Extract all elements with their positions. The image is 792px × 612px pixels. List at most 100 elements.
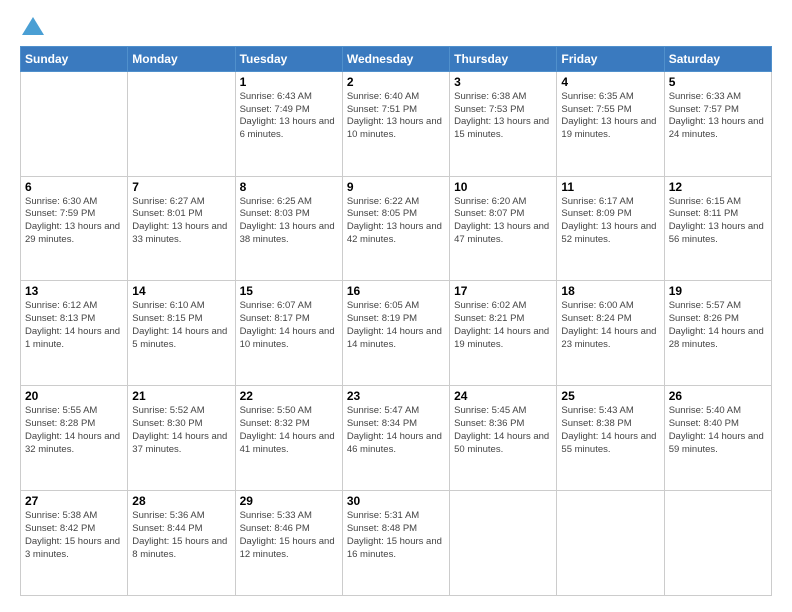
day-info: Sunrise: 5:38 AM Sunset: 8:42 PM Dayligh… [25,510,123,561]
calendar-week-row: 6 Sunrise: 6:30 AM Sunset: 7:59 PM Daylig… [21,176,772,281]
day-number: 15 [240,284,338,298]
calendar-cell: 15 Sunrise: 6:07 AM Sunset: 8:17 PM Dayli… [235,281,342,386]
calendar-cell: 10 Sunrise: 6:20 AM Sunset: 8:07 PM Dayli… [450,176,557,281]
calendar-body: 1Sunrise: 6:43 AM Sunset: 7:49 PM Daylig… [21,71,772,595]
calendar-week-row: 20Sunrise: 5:55 AM Sunset: 8:28 PM Dayli… [21,386,772,491]
day-info: Sunrise: 5:36 AM Sunset: 8:44 PM Dayligh… [132,510,230,561]
calendar-cell [128,71,235,176]
calendar-cell [21,71,128,176]
day-info: Sunrise: 5:47 AM Sunset: 8:34 PM Dayligh… [347,405,445,456]
day-number: 11 [561,180,659,194]
day-number: 30 [347,494,445,508]
day-info: Sunrise: 6:07 AM Sunset: 8:17 PM Dayligh… [240,300,338,351]
day-info: Sunrise: 5:57 AM Sunset: 8:26 PM Dayligh… [669,300,767,351]
day-number: 10 [454,180,552,194]
calendar-cell: 24 Sunrise: 5:45 AM Sunset: 8:36 PM Dayli… [450,386,557,491]
day-number: 26 [669,389,767,403]
calendar-cell: 17 Sunrise: 6:02 AM Sunset: 8:21 PM Dayli… [450,281,557,386]
day-info: Sunrise: 5:50 AM Sunset: 8:32 PM Dayligh… [240,405,338,456]
calendar-cell: 21 Sunrise: 5:52 AM Sunset: 8:30 PM Dayli… [128,386,235,491]
day-number: 16 [347,284,445,298]
day-info: Sunrise: 6:10 AM Sunset: 8:15 PM Dayligh… [132,300,230,351]
weekday-row: SundayMondayTuesdayWednesdayThursdayFrid… [21,46,772,71]
day-info: Sunrise: 6:38 AM Sunset: 7:53 PM Dayligh… [454,91,552,142]
calendar-cell: 2Sunrise: 6:40 AM Sunset: 7:51 PM Daylig… [342,71,449,176]
weekday-header: Friday [557,46,664,71]
day-number: 19 [669,284,767,298]
day-info: Sunrise: 6:05 AM Sunset: 8:19 PM Dayligh… [347,300,445,351]
calendar-cell: 8Sunrise: 6:25 AM Sunset: 8:03 PM Daylig… [235,176,342,281]
day-info: Sunrise: 6:27 AM Sunset: 8:01 PM Dayligh… [132,196,230,247]
day-info: Sunrise: 5:43 AM Sunset: 8:38 PM Dayligh… [561,405,659,456]
day-number: 25 [561,389,659,403]
header [20,16,772,36]
calendar-cell: 18 Sunrise: 6:00 AM Sunset: 8:24 PM Dayli… [557,281,664,386]
calendar-week-row: 27 Sunrise: 5:38 AM Sunset: 8:42 PM Dayli… [21,491,772,596]
day-info: Sunrise: 5:55 AM Sunset: 8:28 PM Dayligh… [25,405,123,456]
logo-text [20,16,46,36]
day-info: Sunrise: 5:52 AM Sunset: 8:30 PM Dayligh… [132,405,230,456]
day-number: 6 [25,180,123,194]
weekday-header: Wednesday [342,46,449,71]
day-number: 1 [240,75,338,89]
calendar-cell [450,491,557,596]
day-info: Sunrise: 5:33 AM Sunset: 8:46 PM Dayligh… [240,510,338,561]
day-info: Sunrise: 6:15 AM Sunset: 8:11 PM Dayligh… [669,196,767,247]
day-info: Sunrise: 6:17 AM Sunset: 8:09 PM Dayligh… [561,196,659,247]
day-number: 7 [132,180,230,194]
day-info: Sunrise: 6:33 AM Sunset: 7:57 PM Dayligh… [669,91,767,142]
day-number: 12 [669,180,767,194]
calendar-cell [557,491,664,596]
calendar-cell: 3 Sunrise: 6:38 AM Sunset: 7:53 PM Daylig… [450,71,557,176]
day-info: Sunrise: 6:20 AM Sunset: 8:07 PM Dayligh… [454,196,552,247]
calendar-cell: 23 Sunrise: 5:47 AM Sunset: 8:34 PM Dayli… [342,386,449,491]
day-number: 29 [240,494,338,508]
calendar-cell: 11 Sunrise: 6:17 AM Sunset: 8:09 PM Dayli… [557,176,664,281]
calendar-cell: 13 Sunrise: 6:12 AM Sunset: 8:13 PM Dayli… [21,281,128,386]
calendar-cell: 29 Sunrise: 5:33 AM Sunset: 8:46 PM Dayli… [235,491,342,596]
calendar-cell: 25 Sunrise: 5:43 AM Sunset: 8:38 PM Dayli… [557,386,664,491]
calendar-header: SundayMondayTuesdayWednesdayThursdayFrid… [21,46,772,71]
calendar-cell: 30 Sunrise: 5:31 AM Sunset: 8:48 PM Dayli… [342,491,449,596]
calendar-cell: 20Sunrise: 5:55 AM Sunset: 8:28 PM Dayli… [21,386,128,491]
day-info: Sunrise: 6:30 AM Sunset: 7:59 PM Dayligh… [25,196,123,247]
day-info: Sunrise: 6:35 AM Sunset: 7:55 PM Dayligh… [561,91,659,142]
day-number: 17 [454,284,552,298]
day-info: Sunrise: 6:02 AM Sunset: 8:21 PM Dayligh… [454,300,552,351]
calendar-cell: 16 Sunrise: 6:05 AM Sunset: 8:19 PM Dayli… [342,281,449,386]
day-info: Sunrise: 5:45 AM Sunset: 8:36 PM Dayligh… [454,405,552,456]
day-number: 28 [132,494,230,508]
day-info: Sunrise: 6:22 AM Sunset: 8:05 PM Dayligh… [347,196,445,247]
day-number: 14 [132,284,230,298]
calendar-cell: 7 Sunrise: 6:27 AM Sunset: 8:01 PM Daylig… [128,176,235,281]
day-number: 5 [669,75,767,89]
calendar-cell: 6 Sunrise: 6:30 AM Sunset: 7:59 PM Daylig… [21,176,128,281]
day-number: 9 [347,180,445,194]
day-number: 23 [347,389,445,403]
day-number: 18 [561,284,659,298]
day-info: Sunrise: 6:12 AM Sunset: 8:13 PM Dayligh… [25,300,123,351]
day-info: Sunrise: 6:00 AM Sunset: 8:24 PM Dayligh… [561,300,659,351]
day-number: 27 [25,494,123,508]
calendar-cell: 1Sunrise: 6:43 AM Sunset: 7:49 PM Daylig… [235,71,342,176]
calendar-cell: 5 Sunrise: 6:33 AM Sunset: 7:57 PM Daylig… [664,71,771,176]
weekday-header: Thursday [450,46,557,71]
calendar-cell: 26Sunrise: 5:40 AM Sunset: 8:40 PM Dayli… [664,386,771,491]
logo-icon [22,17,44,35]
day-number: 13 [25,284,123,298]
day-number: 22 [240,389,338,403]
day-number: 24 [454,389,552,403]
calendar-week-row: 13 Sunrise: 6:12 AM Sunset: 8:13 PM Dayli… [21,281,772,386]
day-info: Sunrise: 5:31 AM Sunset: 8:48 PM Dayligh… [347,510,445,561]
calendar-cell: 9 Sunrise: 6:22 AM Sunset: 8:05 PM Daylig… [342,176,449,281]
calendar-cell: 4Sunrise: 6:35 AM Sunset: 7:55 PM Daylig… [557,71,664,176]
weekday-header: Saturday [664,46,771,71]
calendar-cell: 28 Sunrise: 5:36 AM Sunset: 8:44 PM Dayli… [128,491,235,596]
weekday-header: Sunday [21,46,128,71]
calendar-cell: 14 Sunrise: 6:10 AM Sunset: 8:15 PM Dayli… [128,281,235,386]
day-number: 3 [454,75,552,89]
weekday-header: Monday [128,46,235,71]
day-info: Sunrise: 6:40 AM Sunset: 7:51 PM Dayligh… [347,91,445,142]
day-number: 21 [132,389,230,403]
day-info: Sunrise: 6:25 AM Sunset: 8:03 PM Dayligh… [240,196,338,247]
